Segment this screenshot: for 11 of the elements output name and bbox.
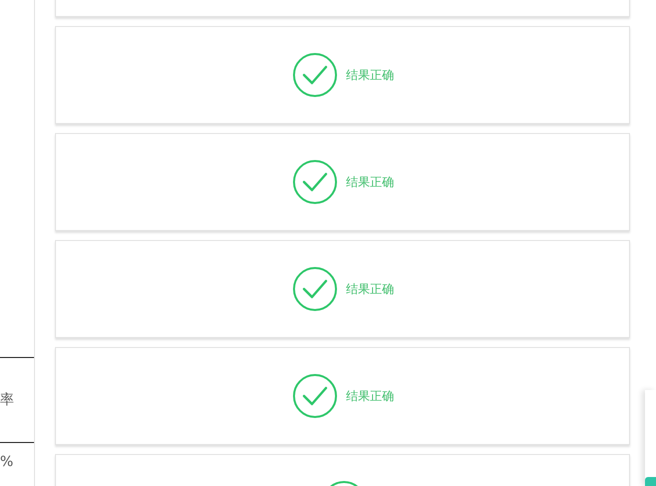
result-label: 结果正确 [346, 174, 394, 190]
result-label: 结果正确 [346, 388, 394, 404]
action-button[interactable] [645, 477, 656, 486]
check-circle-icon [293, 374, 337, 418]
check-circle-icon [293, 160, 337, 204]
table-cell: 率 [0, 391, 14, 409]
result-label: 结果正确 [346, 66, 394, 84]
table-cell: % [0, 454, 14, 470]
result-label: 结果正确 [346, 280, 394, 298]
check-circle-icon [293, 267, 337, 311]
check-circle-icon [293, 53, 337, 97]
